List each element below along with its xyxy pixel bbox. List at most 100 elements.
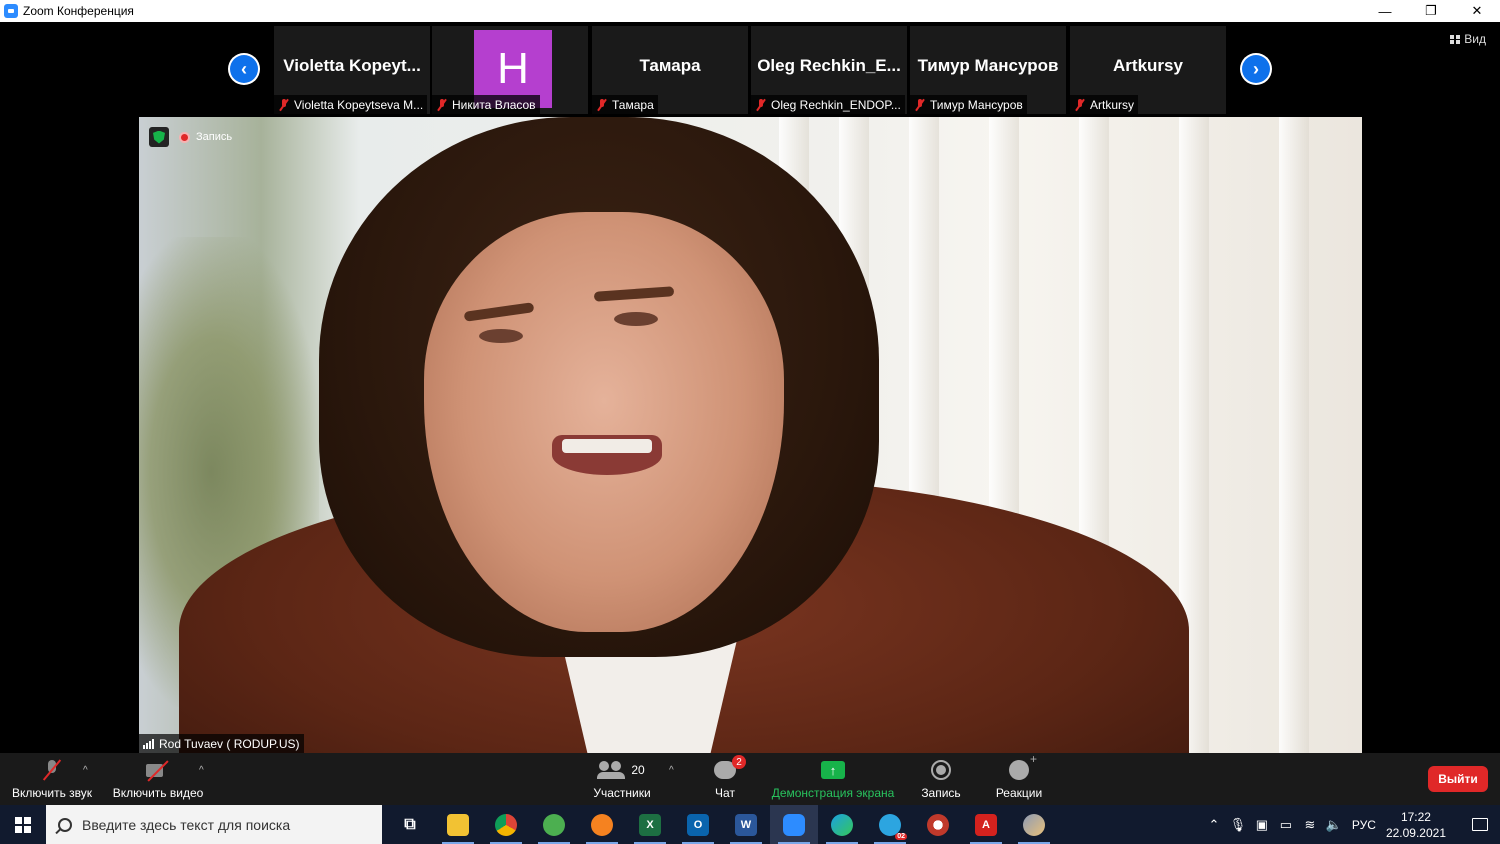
window-blind [1279,117,1309,753]
participant-label-text: Тамара [612,97,654,112]
taskbar-app-excel[interactable]: X [626,805,674,844]
meeting-toolbar: Включить звук ^ Включить видео ^ 20 Учас… [0,752,1500,805]
title-bar: Zoom Конференция — ❐ ✕ [0,0,1500,22]
participant-thumb-2[interactable]: Н Никита Власов [432,26,588,114]
taskbar-app-paint3d[interactable] [1010,805,1058,844]
edge-icon [831,813,853,836]
microphone-muted-icon [41,759,63,781]
taskbar-app-edge[interactable] [818,805,866,844]
audio-options-caret-icon[interactable]: ^ [83,765,88,776]
notification-center-button[interactable] [1460,805,1500,844]
wifi-icon[interactable]: ≋ [1298,817,1322,833]
folder-icon [447,813,469,836]
telegram-badge: 02 [895,832,907,840]
share-screen-label: Демонстрация экрана [771,786,895,800]
paint-icon [927,813,949,836]
chat-badge: 2 [732,755,746,769]
view-label: Вид [1464,32,1486,46]
reactions-button[interactable]: Реакции [992,752,1046,805]
yandex-browser-icon [591,813,613,836]
taskbar-app-paint[interactable] [914,805,962,844]
zoom-logo-icon [4,4,18,18]
participants-options-caret-icon[interactable]: ^ [669,765,674,776]
participants-label: Участники [593,786,651,800]
prev-participants-button[interactable]: ‹ [228,53,260,85]
mic-muted-icon [278,98,290,111]
participant-label-text: Тимур Мансуров [930,97,1023,112]
mic-muted-icon [1074,98,1086,111]
recording-label: Запись [196,131,233,143]
taskbar-app-globe[interactable] [530,805,578,844]
taskbar-app-outlook[interactable]: O [674,805,722,844]
speaker-name: Rod Tuvaev ( RODUP.US) [159,736,300,751]
zoom-icon [783,813,805,836]
chat-button[interactable]: 2 Чат [705,753,746,805]
record-button[interactable]: Запись [915,753,967,805]
next-participants-button[interactable]: › [1240,53,1272,85]
globe-icon [543,813,565,836]
reactions-icon [1009,752,1037,780]
telegram-icon: 02 [879,813,907,840]
taskbar-app-word[interactable]: W [722,805,770,844]
close-button[interactable]: ✕ [1454,0,1500,22]
window-controls: — ❐ ✕ [1362,0,1500,22]
participant-display-name: Тамара [639,56,701,75]
view-button[interactable]: Вид [1450,32,1486,46]
search-icon [58,817,72,832]
clock-time: 17:22 [1400,809,1431,824]
minimize-button[interactable]: — [1362,0,1408,22]
tray-chevron-up-icon[interactable]: ⌃ [1202,817,1226,833]
speaker-eye [479,329,523,343]
taskbar-app-file-explorer[interactable] [434,805,482,844]
participants-icon [597,761,626,779]
mic-muted-icon [914,98,926,111]
record-label: Запись [921,786,961,800]
restore-button[interactable]: ❐ [1408,0,1454,22]
windows-taskbar: Введите здесь текст для поиска ⧉ X O W 0… [0,805,1500,844]
start-video-button[interactable]: Включить видео [110,753,206,805]
clock-date: 22.09.2021 [1385,825,1446,840]
taskbar-app-zoom[interactable] [770,805,818,844]
recording-indicator: Запись [179,127,232,147]
window-title: Zoom Конференция [23,4,134,18]
record-dot-icon [179,131,190,143]
language-indicator[interactable]: РУС [1352,818,1376,832]
participant-thumb-6[interactable]: Artkursy Artkursy [1070,26,1226,114]
participant-thumb-4[interactable]: Oleg Rechkin_E... Oleg Rechkin_ENDOP... [751,26,907,114]
video-options-caret-icon[interactable]: ^ [199,765,204,776]
meeting-area: Вид ‹ Violetta Kopeyt... Violetta Kopeyt… [0,22,1500,805]
volume-icon[interactable]: 🔈 [1322,817,1346,833]
unmute-button[interactable]: Включить звук [8,753,96,805]
taskbar-app-yandex[interactable] [578,805,626,844]
participant-thumb-1[interactable]: Violetta Kopeyt... Violetta Kopeytseva M… [274,26,430,114]
grid-icon [1450,34,1461,44]
taskbar-app-telegram[interactable]: 02 [866,805,914,844]
camera-off-icon [145,759,171,781]
paint-3d-icon [1023,813,1045,836]
clock[interactable]: 17:22 22.09.2021 [1386,809,1446,841]
chrome-icon [495,813,517,836]
participant-thumb-3[interactable]: Тамара Тамара [592,26,748,114]
tray-microphone-icon[interactable]: 🎙 [1226,817,1250,833]
share-screen-button[interactable]: ↑ Демонстрация экрана [768,753,898,805]
taskbar-search[interactable]: Введите здесь текст для поиска [46,805,382,844]
tray-app-icon[interactable]: ▣ [1250,817,1274,833]
encryption-shield-icon[interactable] [149,127,169,147]
task-view-button[interactable]: ⧉ [386,805,434,844]
participant-display-name: Тимур Мансуров [917,56,1059,75]
participant-thumb-5[interactable]: Тимур Мансуров Тимур Мансуров [910,26,1066,114]
taskbar-app-acrobat[interactable]: A [962,805,1010,844]
mic-muted-icon [755,98,767,111]
participant-display-name: Violetta Kopeyt... [283,56,421,75]
taskbar-app-chrome[interactable] [482,805,530,844]
participant-label: Тимур Мансуров [910,95,1027,114]
battery-icon[interactable]: ▭ [1274,817,1298,833]
start-button[interactable] [0,805,46,844]
participants-button[interactable]: 20 Участники [588,753,656,805]
participant-label: Violetta Kopeytseva M... [274,95,428,114]
chat-label: Чат [715,786,735,800]
system-tray: ⌃ 🎙 ▣ ▭ ≋ 🔈 РУС 17:22 22.09.2021 [1202,805,1500,844]
leave-meeting-button[interactable]: Выйти [1428,766,1488,792]
search-placeholder: Введите здесь текст для поиска [82,816,291,833]
speaker-eye [614,312,658,326]
